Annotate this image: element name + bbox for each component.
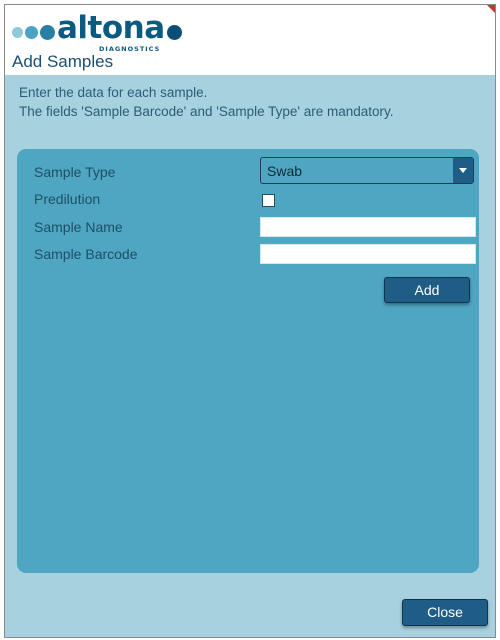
sample-barcode-input[interactable] xyxy=(260,244,476,264)
dialog-body: Enter the data for each sample. The fiel… xyxy=(5,75,495,637)
close-button[interactable]: Close xyxy=(402,599,488,626)
add-samples-dialog: altona DIAGNOSTICS Add Samples Enter the… xyxy=(4,4,496,638)
logo-dot-icon xyxy=(40,25,55,40)
sample-type-label: Sample Type xyxy=(34,164,116,180)
chevron-down-icon[interactable] xyxy=(453,158,473,183)
add-button[interactable]: Add xyxy=(384,277,470,303)
logo-dot-icon xyxy=(12,27,23,38)
sample-type-value: Swab xyxy=(267,163,303,179)
sample-type-select[interactable]: Swab xyxy=(260,157,474,184)
window-corner-marker xyxy=(487,5,495,13)
predilution-label: Predilution xyxy=(34,191,101,207)
sample-barcode-label: Sample Barcode xyxy=(34,246,138,262)
mandatory-fields-note: The fields 'Sample Barcode' and 'Sample … xyxy=(19,104,394,119)
sample-name-input[interactable] xyxy=(260,217,476,237)
sample-form-panel: Sample Type Swab Predilution Sample Name… xyxy=(17,149,479,573)
altona-logo: altona DIAGNOSTICS xyxy=(12,11,192,53)
logo-dot-icon xyxy=(25,26,38,39)
predilution-checkbox[interactable] xyxy=(262,194,275,207)
dialog-header: altona DIAGNOSTICS Add Samples xyxy=(5,5,495,75)
dialog-title: Add Samples xyxy=(12,52,114,71)
logo-dot-icon xyxy=(167,25,182,40)
instruction-text: Enter the data for each sample. xyxy=(19,85,208,100)
logo-wordmark: altona xyxy=(57,10,165,46)
sample-name-label: Sample Name xyxy=(34,219,123,235)
